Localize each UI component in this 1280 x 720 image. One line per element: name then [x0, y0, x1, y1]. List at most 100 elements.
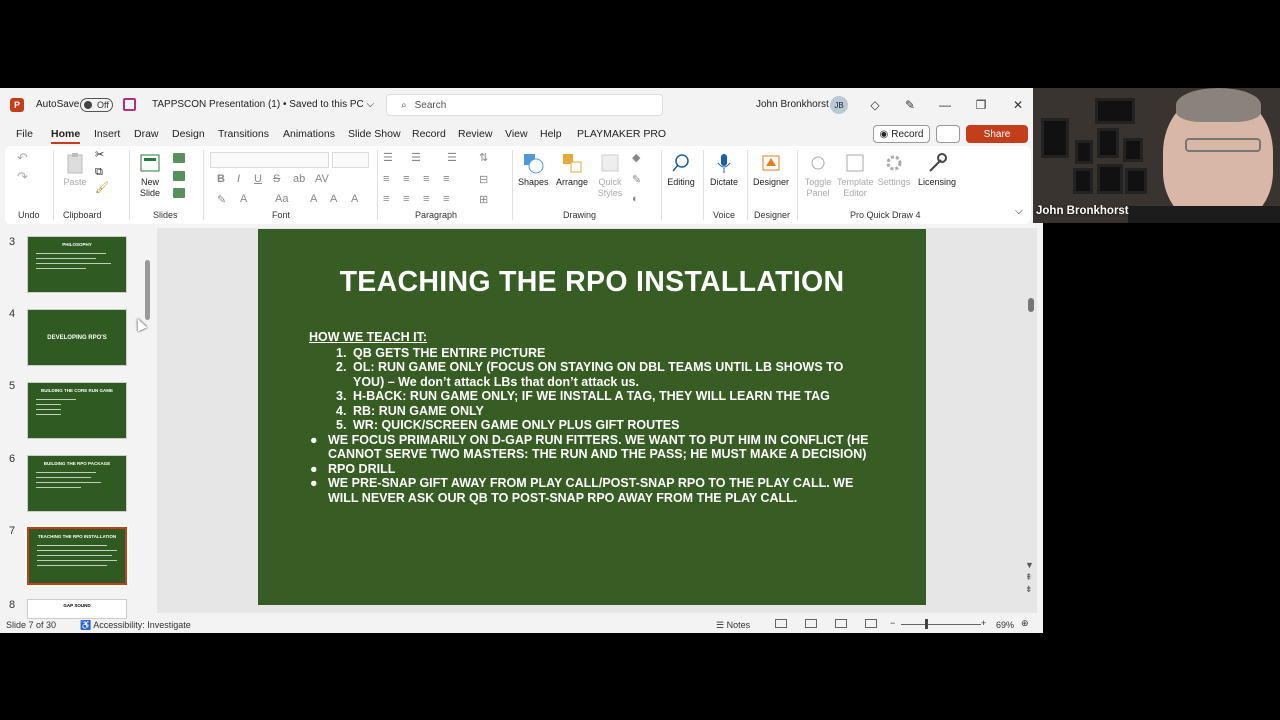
align-right-icon[interactable]: ≡: [423, 173, 429, 185]
copy-icon[interactable]: ⧉: [95, 167, 103, 178]
char-spacing-icon[interactable]: AV: [315, 173, 329, 185]
user-name[interactable]: John Bronkhorst: [756, 99, 829, 110]
section-icon[interactable]: [173, 188, 185, 198]
document-title[interactable]: TAPPSCON Presentation (1) • Saved to thi…: [152, 99, 374, 110]
tab-slide-show[interactable]: Slide Show: [348, 128, 401, 140]
tab-transitions[interactable]: Transitions: [218, 128, 269, 140]
line-spacing-icon[interactable]: ☰: [447, 151, 457, 164]
tab-design[interactable]: Design: [172, 128, 205, 140]
align-text-right-icon[interactable]: ≡: [423, 193, 429, 205]
diamond-icon[interactable]: ◇: [866, 96, 884, 114]
underline-icon[interactable]: U: [254, 173, 262, 185]
thumbnail-scrollbar[interactable]: [145, 260, 150, 320]
arrange-button[interactable]: Arrange: [554, 152, 590, 188]
numbering-icon[interactable]: ☰: [411, 151, 421, 164]
record-button[interactable]: ◉ Record: [873, 125, 930, 143]
tab-review[interactable]: Review: [458, 128, 492, 140]
font-name-box[interactable]: [210, 152, 329, 168]
designer-button[interactable]: Designer: [752, 152, 790, 188]
undo-icon[interactable]: ↶: [17, 151, 28, 164]
slide-scrollbar[interactable]: [1028, 298, 1034, 312]
slide-thumbnail-3[interactable]: PHILOSOPHY: [27, 236, 127, 293]
shape-fill-icon[interactable]: ◆: [632, 151, 640, 164]
next-slide-icon[interactable]: ⇟: [1025, 584, 1033, 595]
notes-button[interactable]: ☰ Notes: [716, 620, 750, 631]
current-slide[interactable]: TEACHING THE RPO INSTALLATION HOW WE TEA…: [258, 229, 926, 605]
new-slide-button[interactable]: New Slide: [135, 152, 165, 199]
slide-thumbnail-5[interactable]: BUILDING THE CORE RUN GAME: [27, 382, 127, 439]
slide-thumbnail-4[interactable]: DEVELOPING RPO'S: [27, 309, 127, 366]
close-icon[interactable]: ✕: [1009, 96, 1027, 114]
avatar[interactable]: JB: [830, 96, 848, 114]
tab-draw[interactable]: Draw: [134, 128, 159, 140]
slideshow-icon[interactable]: [865, 619, 877, 628]
shape-effects-icon[interactable]: ◐: [632, 193, 639, 205]
settings-button[interactable]: Settings: [877, 152, 911, 188]
zoom-in-icon[interactable]: +: [981, 618, 986, 628]
fit-to-window-icon[interactable]: ⊕: [1021, 618, 1029, 629]
save-icon[interactable]: [123, 98, 136, 111]
clear-format-icon[interactable]: A: [351, 193, 358, 205]
shapes-button[interactable]: Shapes: [518, 152, 549, 188]
zoom-slider[interactable]: [901, 624, 981, 625]
accessibility-status[interactable]: ♿ Accessibility: Investigate: [80, 620, 191, 631]
search-input[interactable]: ⌕ Search: [386, 94, 663, 116]
grow-font-icon[interactable]: A: [310, 193, 317, 205]
previous-slide-icon[interactable]: ⇞: [1025, 572, 1033, 583]
zoom-slider-knob[interactable]: [925, 619, 928, 629]
licensing-button[interactable]: Licensing: [915, 152, 959, 188]
redo-icon[interactable]: ↷: [17, 170, 28, 183]
zoom-level[interactable]: 69%: [996, 620, 1014, 630]
share-button[interactable]: Share: [966, 125, 1028, 143]
shape-outline-icon[interactable]: ✎: [632, 173, 641, 186]
shrink-font-icon[interactable]: A: [330, 193, 337, 205]
paste-button[interactable]: Paste: [62, 152, 88, 188]
tab-insert[interactable]: Insert: [94, 128, 120, 140]
slide-thumbnail-7[interactable]: TEACHING THE RPO INSTALLATION: [25, 525, 129, 587]
quick-styles-button[interactable]: Quick Styles: [594, 152, 626, 199]
slide-title[interactable]: TEACHING THE RPO INSTALLATION: [258, 266, 926, 299]
slide-sorter-icon[interactable]: [805, 619, 817, 628]
layout-icon[interactable]: [173, 153, 185, 163]
strikethrough-icon[interactable]: S: [273, 173, 280, 185]
tab-home[interactable]: Home: [51, 128, 81, 144]
minimize-icon[interactable]: —: [936, 96, 954, 114]
justify-icon[interactable]: ≡: [443, 173, 449, 185]
format-painter-icon[interactable]: 🖌: [95, 183, 109, 194]
reset-icon[interactable]: [173, 171, 185, 181]
align-center-icon[interactable]: ≡: [403, 173, 409, 185]
tab-animations[interactable]: Animations: [283, 128, 335, 140]
align-text-icon[interactable]: ⊟: [479, 173, 488, 186]
collapse-ribbon-icon[interactable]: ⌵: [1015, 206, 1023, 217]
text-shadow-icon[interactable]: ab: [293, 173, 305, 185]
change-case-icon[interactable]: Aa: [275, 193, 288, 205]
tab-help[interactable]: Help: [540, 128, 562, 140]
template-editor-button[interactable]: Template Editor: [837, 152, 874, 199]
cut-icon[interactable]: ✂: [95, 150, 104, 161]
italic-icon[interactable]: I: [237, 173, 240, 185]
align-text-left-icon[interactable]: ≡: [383, 193, 389, 205]
highlight-icon[interactable]: ✎: [217, 193, 226, 206]
toggle-panel-button[interactable]: Toggle Panel: [803, 152, 833, 199]
tab-file[interactable]: File: [16, 128, 33, 140]
tab-record[interactable]: Record: [412, 128, 446, 140]
align-left-icon[interactable]: ≡: [383, 173, 389, 185]
align-text-center-icon[interactable]: ≡: [403, 193, 409, 205]
slide-thumbnail-6[interactable]: BUILDING THE RPO PACKAGE: [27, 455, 127, 512]
restore-icon[interactable]: ❐: [972, 96, 990, 114]
scroll-down-icon[interactable]: ▼: [1025, 560, 1034, 570]
font-size-box[interactable]: [332, 152, 369, 168]
reading-view-icon[interactable]: [835, 619, 847, 628]
comments-button[interactable]: [936, 125, 960, 143]
tab-view[interactable]: View: [505, 128, 528, 140]
font-color-icon[interactable]: A: [240, 193, 247, 205]
bullets-icon[interactable]: ☰: [383, 151, 393, 164]
bold-icon[interactable]: B: [217, 173, 225, 185]
autosave-toggle[interactable]: Off: [80, 98, 113, 112]
text-direction-icon[interactable]: ⇅: [479, 151, 488, 164]
editing-button[interactable]: Editing: [665, 152, 697, 188]
pen-icon[interactable]: ✎: [901, 96, 919, 114]
zoom-out-icon[interactable]: −: [890, 618, 895, 628]
tab-playmaker-pro[interactable]: PLAYMAKER PRO: [577, 128, 666, 140]
align-text-justify-icon[interactable]: ≡: [443, 193, 449, 205]
